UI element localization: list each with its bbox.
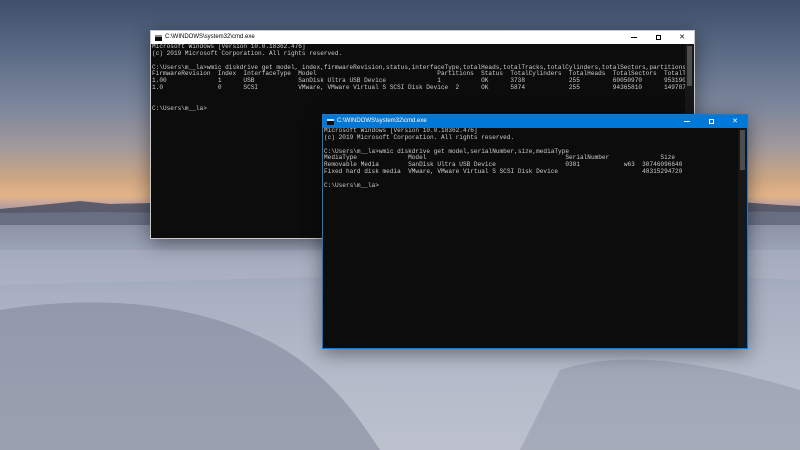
- scrollbar-thumb[interactable]: [740, 130, 745, 170]
- minimize-icon[interactable]: [675, 115, 699, 128]
- maximize-icon[interactable]: [646, 31, 670, 44]
- console-prompt: C:\Users\m__la>: [152, 104, 207, 112]
- cmd-icon: [327, 118, 334, 125]
- cmd-icon: [155, 34, 162, 41]
- close-icon[interactable]: [670, 31, 694, 44]
- console-line: 1.0 0 SCSI VMware, VMware Virtual S SCSI…: [152, 84, 685, 92]
- window-title: C:\WINDOWS\system32\cmd.exe: [165, 34, 255, 40]
- window-controls: [675, 115, 747, 128]
- console-line: Fixed hard disk media VMware, VMware Vir…: [324, 168, 683, 176]
- console-output[interactable]: Microsoft Windows [Version 10.0.18362.47…: [323, 128, 738, 348]
- title-bar[interactable]: C:\WINDOWS\system32\cmd.exe: [323, 115, 747, 128]
- console-line: (c) 2019 Microsoft Corporation. All righ…: [324, 133, 515, 141]
- minimize-icon[interactable]: [622, 31, 646, 44]
- vertical-scrollbar[interactable]: [738, 128, 747, 348]
- console-prompt: C:\Users\m__la>: [324, 181, 379, 189]
- scrollbar-thumb[interactable]: [687, 46, 692, 86]
- console-line: (c) 2019 Microsoft Corporation. All righ…: [152, 49, 343, 57]
- cmd-window-foreground[interactable]: C:\WINDOWS\system32\cmd.exe Microsoft Wi…: [322, 114, 748, 349]
- window-controls: [622, 31, 694, 44]
- window-title: C:\WINDOWS\system32\cmd.exe: [337, 118, 427, 124]
- title-bar[interactable]: C:\WINDOWS\system32\cmd.exe: [151, 31, 694, 44]
- close-icon[interactable]: [723, 115, 747, 128]
- maximize-icon[interactable]: [699, 115, 723, 128]
